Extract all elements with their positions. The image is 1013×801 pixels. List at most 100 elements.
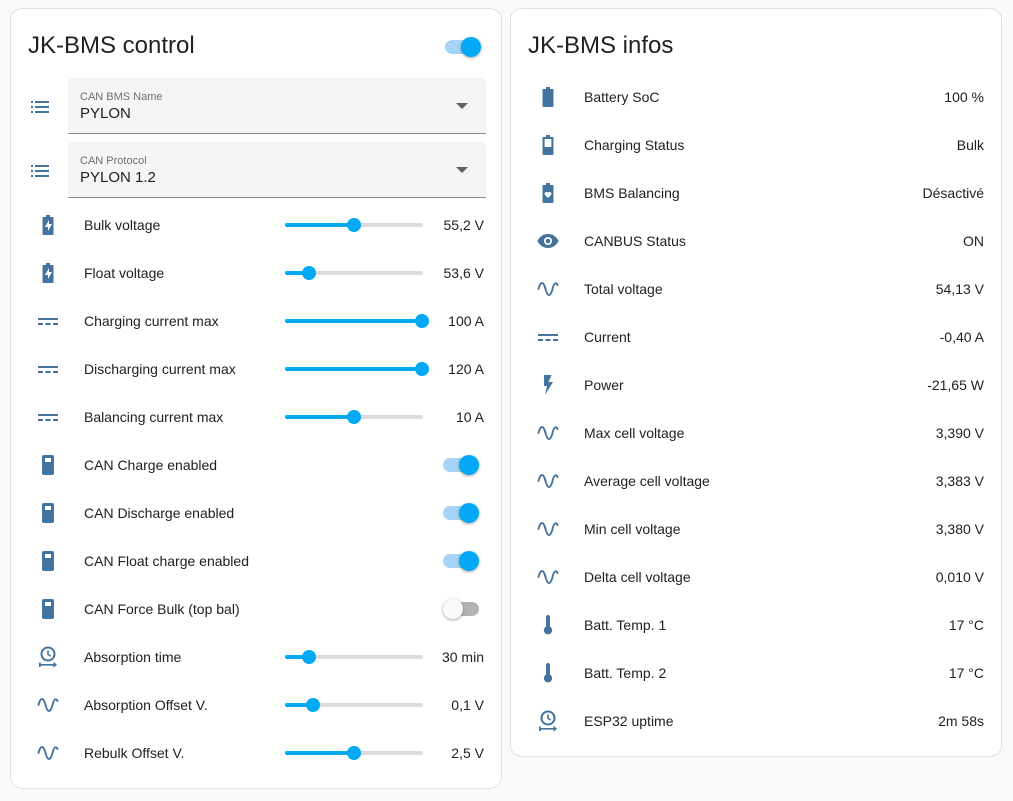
slider-fill (285, 415, 354, 419)
info-row[interactable]: Battery SoC 100 % (528, 77, 984, 117)
toggle-switch[interactable] (445, 37, 481, 57)
row-toggle[interactable] (443, 599, 479, 619)
info-row[interactable]: BMS Balancing Désactivé (528, 173, 984, 213)
row-label: Discharging current max (84, 361, 236, 377)
row-value: -0,40 A (939, 329, 984, 345)
value-slider[interactable] (285, 743, 423, 763)
timer-arrow-icon (36, 645, 60, 669)
card-header-toggle[interactable] (445, 37, 481, 57)
slider-thumb[interactable] (415, 362, 429, 376)
row-label: Bulk voltage (84, 217, 161, 233)
control-row: Absorption Offset V. 0,1 V (28, 685, 484, 725)
row-label: Charging current max (84, 313, 219, 329)
control-row: Absorption time 30 min (28, 637, 484, 677)
info-row[interactable]: Power -21,65 W (528, 365, 984, 405)
row-label: Min cell voltage (584, 521, 681, 537)
select-dropdown[interactable]: CAN BMS Name PYLON (68, 78, 486, 134)
select-value: PYLON 1.2 (80, 169, 156, 186)
info-row[interactable]: Min cell voltage 3,380 V (528, 509, 984, 549)
value-slider[interactable] (285, 647, 423, 667)
slider-fill (285, 751, 354, 755)
row-value: Bulk (956, 137, 984, 153)
row-label: Power (584, 377, 624, 393)
info-row[interactable]: Batt. Temp. 1 17 °C (528, 605, 984, 645)
row-label: CANBUS Status (584, 233, 686, 249)
control-row: CAN Charge enabled (28, 445, 484, 485)
control-row: CAN Force Bulk (top bal) (28, 589, 484, 629)
info-row[interactable]: CANBUS Status ON (528, 221, 984, 261)
toggle-knob (459, 551, 479, 571)
toggle-switch[interactable] (443, 503, 479, 523)
value-slider[interactable] (285, 263, 423, 283)
row-toggle[interactable] (443, 455, 479, 475)
control-row: Discharging current max 120 A (28, 349, 484, 389)
card-title: JK-BMS infos (528, 32, 674, 59)
row-value: 54,13 V (935, 281, 984, 297)
row-label: CAN Charge enabled (84, 457, 218, 473)
slider-thumb[interactable] (302, 650, 317, 664)
control-row: Bulk voltage 55,2 V (28, 205, 484, 245)
info-row[interactable]: Max cell voltage 3,390 V (528, 413, 984, 453)
value-slider[interactable] (285, 407, 423, 427)
control-row: CAN Discharge enabled (28, 493, 484, 533)
slider-thumb[interactable] (347, 410, 361, 424)
phone-device-icon (36, 597, 60, 621)
value-slider[interactable] (285, 311, 429, 331)
row-label: Balancing current max (84, 409, 224, 425)
infos-card: JK-BMS infos Battery SoC 100 % Charging St… (510, 8, 1002, 757)
list-icon (28, 159, 52, 183)
select-label: CAN BMS Name (80, 91, 163, 103)
info-row[interactable]: Batt. Temp. 2 17 °C (528, 653, 984, 693)
caret-down-icon[interactable] (456, 103, 468, 109)
slider-thumb[interactable] (347, 218, 361, 232)
battery-heart-icon (536, 181, 560, 205)
row-value: 53,6 V (443, 265, 484, 281)
value-slider[interactable] (285, 695, 423, 715)
battery-charging-icon (36, 213, 60, 237)
slider-thumb[interactable] (302, 266, 317, 280)
row-label: Absorption time (84, 649, 182, 665)
info-row[interactable]: Charging Status Bulk (528, 125, 984, 165)
toggle-switch[interactable] (443, 455, 479, 475)
row-value: Désactivé (922, 185, 984, 201)
sine-wave-icon (36, 741, 60, 765)
toggle-switch[interactable] (443, 599, 479, 619)
select-dropdown[interactable]: CAN Protocol PYLON 1.2 (68, 142, 486, 198)
control-row: Balancing current max 10 A (28, 397, 484, 437)
info-row[interactable]: Current -0,40 A (528, 317, 984, 357)
row-toggle[interactable] (443, 551, 479, 571)
info-row[interactable]: ESP32 uptime 2m 58s (528, 701, 984, 741)
row-toggle[interactable] (443, 503, 479, 523)
sine-wave-icon (36, 693, 60, 717)
battery-icon (536, 133, 560, 157)
value-slider[interactable] (285, 215, 423, 235)
control-row: CAN Float charge enabled (28, 541, 484, 581)
row-label: Absorption Offset V. (84, 697, 208, 713)
toggle-knob (459, 503, 479, 523)
row-value: 3,390 V (935, 425, 984, 441)
row-value: 55,2 V (443, 217, 484, 233)
battery-full-icon (536, 85, 560, 109)
value-slider[interactable] (285, 359, 429, 379)
slider-thumb[interactable] (306, 698, 321, 712)
slider-thumb[interactable] (347, 746, 361, 760)
current-dc-icon (36, 357, 60, 381)
slider-fill (285, 319, 422, 323)
current-dc-icon (36, 405, 60, 429)
row-label: CAN Discharge enabled (84, 505, 235, 521)
flash-icon (536, 373, 560, 397)
toggle-switch[interactable] (443, 551, 479, 571)
row-value: 0,1 V (451, 697, 484, 713)
caret-down-icon[interactable] (456, 167, 468, 173)
control-row: Rebulk Offset V. 2,5 V (28, 733, 484, 773)
select-label: CAN Protocol (80, 155, 147, 167)
control-card: JK-BMS control CAN BMS Name PYLON CAN Prot… (10, 8, 502, 789)
control-row: Charging current max 100 A (28, 301, 484, 341)
info-row[interactable]: Delta cell voltage 0,010 V (528, 557, 984, 597)
card-title: JK-BMS control (28, 32, 195, 59)
row-value: 0,010 V (935, 569, 984, 585)
info-row[interactable]: Total voltage 54,13 V (528, 269, 984, 309)
slider-thumb[interactable] (415, 314, 429, 328)
row-label: CAN Force Bulk (top bal) (84, 601, 240, 617)
info-row[interactable]: Average cell voltage 3,383 V (528, 461, 984, 501)
